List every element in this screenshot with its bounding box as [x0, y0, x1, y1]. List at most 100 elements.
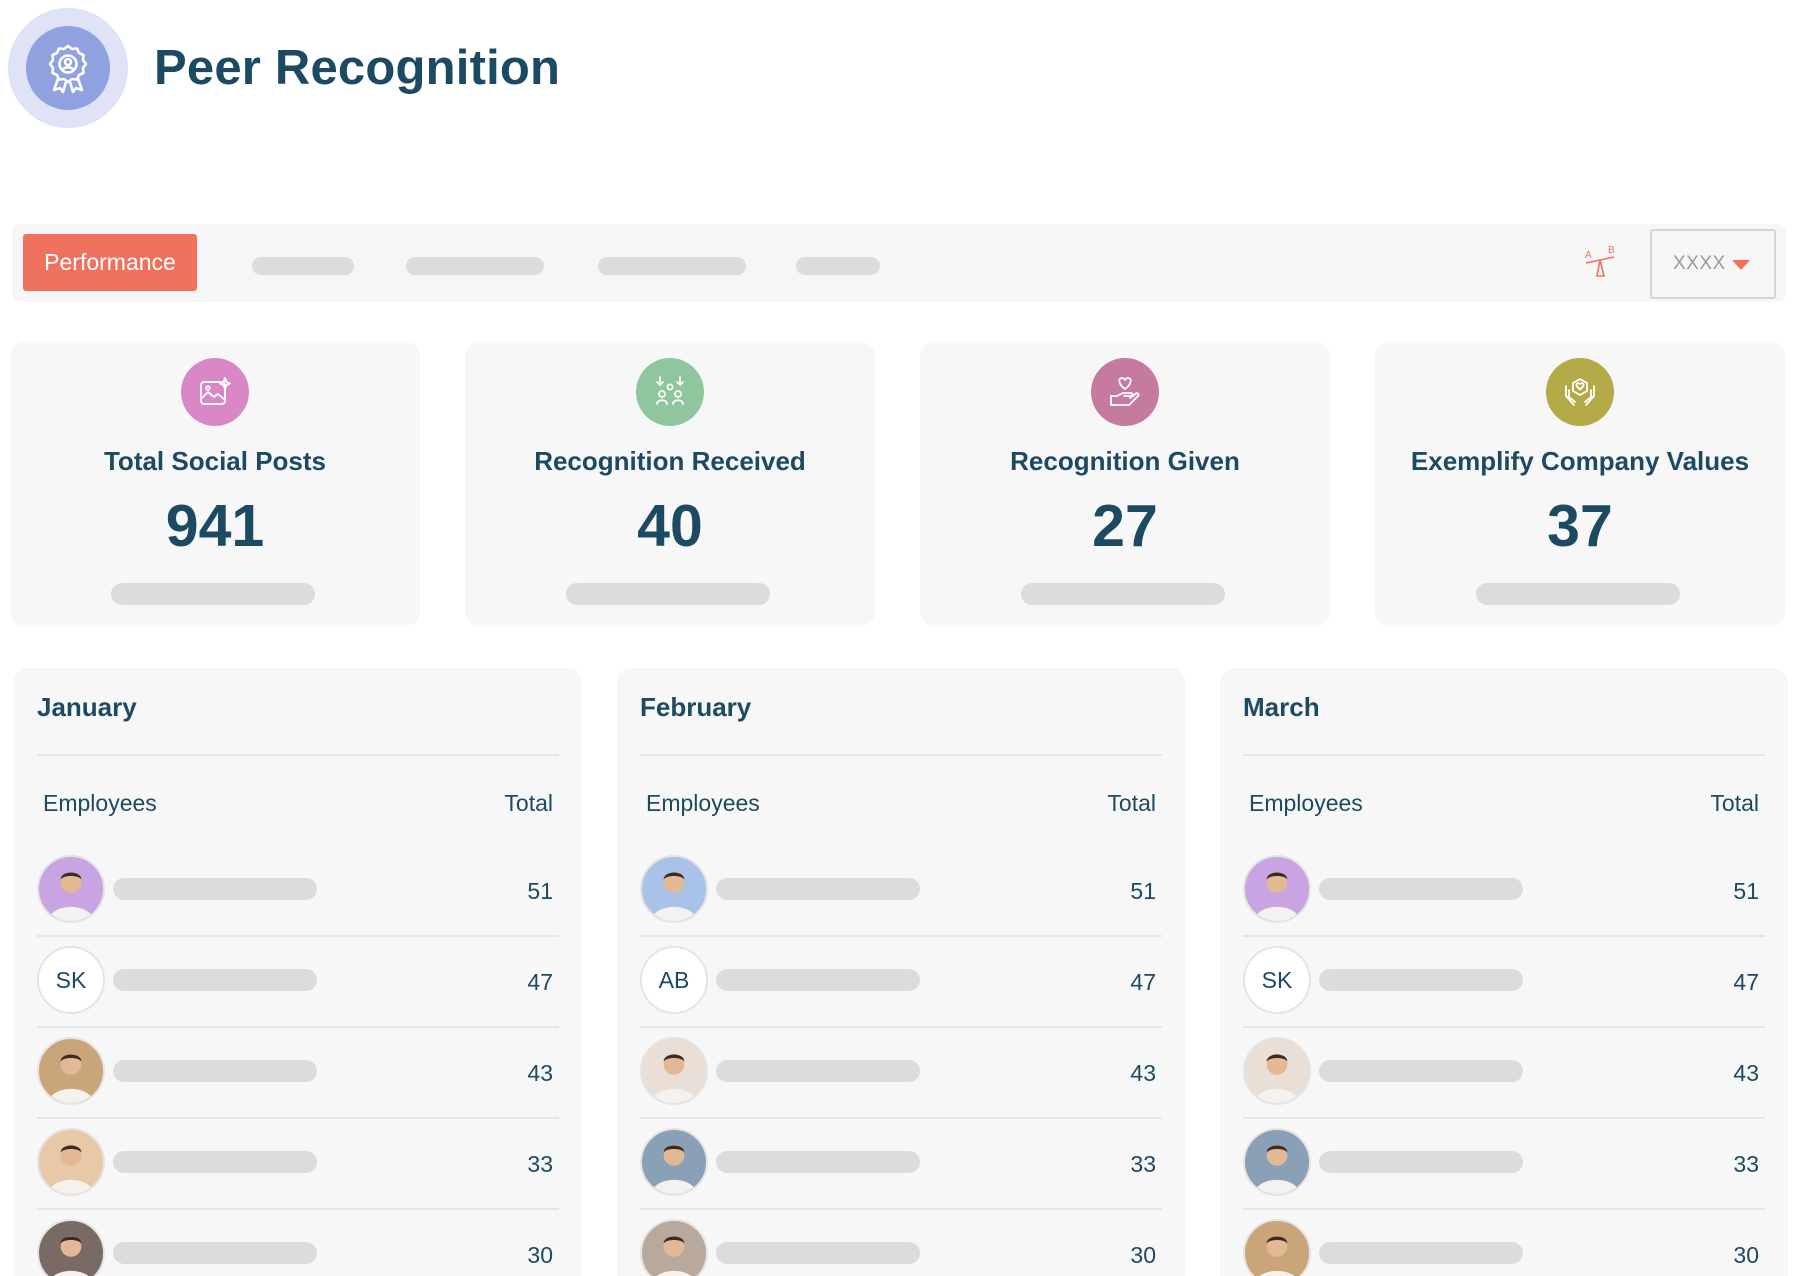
tab-placeholder[interactable] [598, 257, 746, 275]
avatar[interactable] [640, 855, 708, 923]
employee-name-placeholder [716, 1060, 920, 1082]
employee-name-placeholder [1319, 969, 1523, 991]
month-card-february: February Employees Total 51 AB 47 43 33 30 [617, 668, 1185, 1276]
row-total: 47 [527, 969, 553, 995]
table-row[interactable]: 43 [640, 1028, 1162, 1119]
caret-down-icon [1732, 260, 1750, 270]
avatar[interactable]: SK [1243, 946, 1311, 1014]
month-title: January [37, 692, 137, 722]
stat-value: 941 [165, 493, 265, 559]
page-header: Peer Recognition [8, 8, 560, 128]
table-row[interactable]: 51 [37, 846, 559, 937]
stat-card-recognition-received: Recognition Received 40 [465, 342, 875, 626]
employee-name-placeholder [113, 969, 317, 991]
person-photo-icon [1254, 1145, 1300, 1194]
column-header-employees: Employees [43, 790, 157, 816]
table-row[interactable]: 30 [640, 1210, 1162, 1276]
table-row[interactable]: 30 [1243, 1210, 1765, 1276]
period-select[interactable]: XXXX [1650, 229, 1776, 299]
table-row[interactable]: 33 [1243, 1119, 1765, 1210]
avatar[interactable] [640, 1128, 708, 1196]
person-photo-icon [656, 1236, 692, 1276]
logo [8, 8, 128, 128]
stat-value: 27 [1092, 493, 1158, 559]
tab-placeholder[interactable] [796, 257, 880, 275]
hands-values-icon [1546, 358, 1614, 426]
divider [1243, 754, 1765, 756]
employee-name-placeholder [716, 1242, 920, 1264]
avatar[interactable] [37, 855, 105, 923]
stat-placeholder-bar [566, 583, 770, 605]
row-total: 43 [1733, 1060, 1759, 1086]
employee-name-placeholder [1319, 1060, 1523, 1082]
award-badge-icon [26, 26, 110, 110]
select-value: XXXX [1673, 253, 1726, 274]
image-sparkle-icon [181, 358, 249, 426]
table-row[interactable]: SK 47 [1243, 937, 1765, 1028]
month-card-january: January Employees Total 51 SK 47 43 33 30 [14, 668, 582, 1276]
avatar[interactable] [640, 1037, 708, 1105]
avatar[interactable] [1243, 1219, 1311, 1276]
table-row[interactable]: AB 47 [640, 937, 1162, 1028]
row-total: 33 [1130, 1151, 1156, 1177]
employee-name-placeholder [113, 878, 317, 900]
person-photo-icon [1259, 1236, 1295, 1276]
divider [640, 754, 1162, 756]
month-title: February [640, 692, 752, 722]
hand-heart-icon [1091, 358, 1159, 426]
stat-value: 37 [1547, 493, 1613, 559]
avatar[interactable] [1243, 1037, 1311, 1105]
avatar[interactable]: SK [37, 946, 105, 1014]
row-total: 33 [1733, 1151, 1759, 1177]
tab-performance[interactable]: Performance [23, 234, 197, 291]
person-photo-icon [48, 872, 94, 921]
month-title: March [1243, 692, 1320, 722]
avatar[interactable]: AB [640, 946, 708, 1014]
column-header-total: Total [1710, 790, 1759, 816]
person-photo-icon [48, 1054, 94, 1103]
stat-card-recognition-given: Recognition Given 27 [920, 342, 1330, 626]
table-row[interactable]: 51 [640, 846, 1162, 937]
avatar[interactable] [37, 1037, 105, 1105]
table-row[interactable]: 43 [1243, 1028, 1765, 1119]
employee-name-placeholder [716, 1151, 920, 1173]
table-row[interactable]: 33 [640, 1119, 1162, 1210]
avatar[interactable] [1243, 1128, 1311, 1196]
employee-name-placeholder [1319, 1242, 1523, 1264]
table-row[interactable]: 51 [1243, 846, 1765, 937]
table-row[interactable]: 43 [37, 1028, 559, 1119]
row-total: 47 [1130, 969, 1156, 995]
row-total: 33 [527, 1151, 553, 1177]
employee-name-placeholder [716, 878, 920, 900]
toolbar: Performance A B XXXX [12, 224, 1786, 302]
avatar[interactable] [37, 1128, 105, 1196]
employee-name-placeholder [1319, 1151, 1523, 1173]
stat-placeholder-bar [111, 583, 315, 605]
avatar[interactable] [37, 1219, 105, 1276]
ab-test-scale-icon[interactable]: A B [1582, 244, 1620, 284]
svg-text:A: A [1585, 250, 1592, 261]
stat-label: Exemplify Company Values [1410, 446, 1750, 476]
employee-name-placeholder [716, 969, 920, 991]
table-row[interactable]: SK 47 [37, 937, 559, 1028]
person-photo-icon [48, 1145, 94, 1194]
tab-placeholder[interactable] [406, 257, 544, 275]
stat-value: 40 [637, 493, 703, 559]
tab-placeholder[interactable] [252, 257, 354, 275]
employee-list: 51 SK 47 43 33 30 [37, 846, 559, 1276]
row-total: 43 [1130, 1060, 1156, 1086]
row-total: 30 [1130, 1242, 1156, 1268]
employee-name-placeholder [1319, 878, 1523, 900]
table-row[interactable]: 33 [37, 1119, 559, 1210]
employee-name-placeholder [113, 1151, 317, 1173]
avatar[interactable] [1243, 855, 1311, 923]
table-row[interactable]: 30 [37, 1210, 559, 1276]
person-photo-icon [53, 1236, 89, 1276]
row-total: 51 [527, 878, 553, 904]
row-total: 47 [1733, 969, 1759, 995]
avatar[interactable] [640, 1219, 708, 1276]
stat-label: Recognition Received [534, 446, 806, 476]
employee-list: 51 AB 47 43 33 30 [640, 846, 1162, 1276]
divider [37, 754, 559, 756]
column-header-total: Total [504, 790, 553, 816]
